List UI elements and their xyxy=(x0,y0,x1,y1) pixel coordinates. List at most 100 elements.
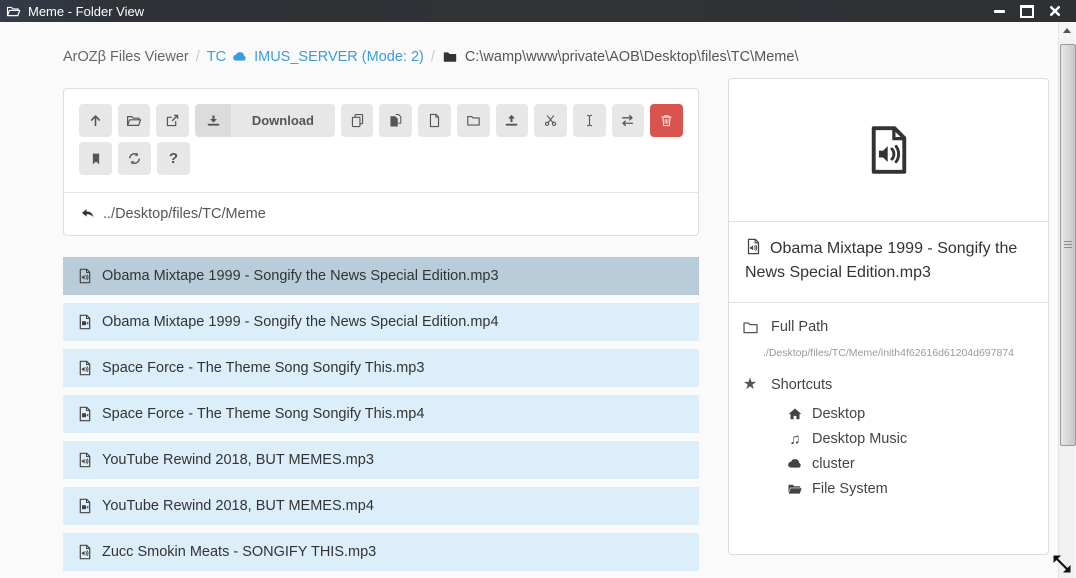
rename-button[interactable] xyxy=(573,104,606,137)
shortcut-label: Desktop xyxy=(812,406,865,422)
window-title: Meme - Folder View xyxy=(28,4,144,19)
cloud-icon xyxy=(232,49,248,65)
copy-icon xyxy=(350,113,365,128)
audio-file-icon xyxy=(745,238,762,255)
star-icon: ★ xyxy=(741,376,759,394)
toolbar-card: Download ? ../Desktop/files/TC/Meme xyxy=(63,88,699,236)
toolbar-row-1: Download xyxy=(79,104,683,137)
file-details: Full Path ./Desktop/files/TC/Meme/inith4… xyxy=(729,302,1048,521)
breadcrumb-separator: / xyxy=(431,49,435,65)
shortcuts-label: Shortcuts xyxy=(771,377,832,393)
maximize-button[interactable] xyxy=(1020,4,1034,18)
selected-filename-text: Obama Mixtape 1999 - Songify the News Sp… xyxy=(745,240,1017,281)
copy-button[interactable] xyxy=(341,104,374,137)
full-path-header: Full Path xyxy=(741,318,1036,336)
file-name: Space Force - The Theme Song Songify Thi… xyxy=(102,406,424,422)
shortcut-item-cluster[interactable]: cluster xyxy=(787,456,1036,472)
vertical-scrollbar[interactable] xyxy=(1058,22,1075,578)
shortcut-item-file-system[interactable]: File System xyxy=(787,481,1036,497)
help-button[interactable]: ? xyxy=(157,142,190,175)
download-icon xyxy=(195,104,231,137)
download-button[interactable]: Download xyxy=(195,104,335,137)
delete-button[interactable] xyxy=(650,104,683,137)
help-icon: ? xyxy=(169,150,178,167)
move-icon xyxy=(620,113,635,128)
download-label: Download xyxy=(231,113,335,128)
list-item[interactable]: Zucc Smokin Meats - SONGIFY THIS.mp3 xyxy=(63,533,699,571)
refresh-icon xyxy=(127,151,142,166)
breadcrumb-separator: / xyxy=(196,49,200,65)
video-file-icon xyxy=(77,498,93,514)
new-folder-button[interactable] xyxy=(457,104,490,137)
file-preview xyxy=(729,79,1048,221)
shortcuts-header: ★ Shortcuts xyxy=(741,376,1036,394)
path-bar[interactable]: ../Desktop/files/TC/Meme xyxy=(64,192,698,235)
scrollbar-grip-icon xyxy=(1064,241,1072,249)
video-file-icon xyxy=(77,406,93,422)
scroll-up-icon xyxy=(1063,28,1071,33)
close-icon xyxy=(1049,5,1061,17)
back-arrow-icon xyxy=(80,206,96,222)
go-up-button[interactable] xyxy=(79,104,112,137)
new-file-button[interactable] xyxy=(418,104,451,137)
list-item[interactable]: Space Force - The Theme Song Songify Thi… xyxy=(63,395,699,433)
cloud-icon xyxy=(787,456,803,472)
upload-button[interactable] xyxy=(496,104,529,137)
close-button[interactable] xyxy=(1048,4,1062,18)
open-button[interactable] xyxy=(118,104,151,137)
toolbar-row-2: ? xyxy=(79,142,683,175)
delete-icon xyxy=(659,113,674,128)
maximize-icon xyxy=(1020,5,1034,18)
full-path-value: ./Desktop/files/TC/Meme/inith4f62616d612… xyxy=(763,347,1036,359)
folder-outline-icon xyxy=(741,318,759,336)
list-item[interactable]: Obama Mixtape 1999 - Songify the News Sp… xyxy=(63,257,699,295)
file-name: YouTube Rewind 2018, BUT MEMES.mp3 xyxy=(102,452,374,468)
file-name: Space Force - The Theme Song Songify Thi… xyxy=(102,360,424,376)
file-name: Obama Mixtape 1999 - Songify the News Sp… xyxy=(102,268,499,284)
scrollbar-up-button[interactable] xyxy=(1059,22,1075,38)
breadcrumb: ArOZβ Files Viewer / TC IMUS_SERVER (Mod… xyxy=(63,49,798,65)
open-in-new-window-button[interactable] xyxy=(156,104,189,137)
cut-button[interactable] xyxy=(534,104,567,137)
move-button[interactable] xyxy=(612,104,645,137)
file-properties-panel: Obama Mixtape 1999 - Songify the News Sp… xyxy=(728,78,1049,555)
file-name: YouTube Rewind 2018, BUT MEMES.mp4 xyxy=(102,498,374,514)
video-file-icon xyxy=(77,314,93,330)
audio-file-icon xyxy=(77,452,93,468)
folder-icon xyxy=(442,49,458,65)
full-path-label: Full Path xyxy=(771,319,828,335)
scrollbar-thumb[interactable] xyxy=(1060,44,1076,446)
list-item[interactable]: YouTube Rewind 2018, BUT MEMES.mp4 xyxy=(63,487,699,525)
breadcrumb-volume: TC xyxy=(207,49,226,65)
window-titlebar: Meme - Folder View xyxy=(0,0,1076,22)
breadcrumb-app-link[interactable]: ArOZβ Files Viewer xyxy=(63,49,189,65)
new-file-icon xyxy=(427,113,442,128)
shortcut-item-desktop[interactable]: Desktop xyxy=(787,406,1036,422)
file-list: Obama Mixtape 1999 - Songify the News Sp… xyxy=(63,257,699,578)
window-resize-grip[interactable] xyxy=(1049,551,1075,577)
shortcut-label: File System xyxy=(812,481,888,497)
upload-icon xyxy=(504,113,519,128)
list-item[interactable]: Space Force - The Theme Song Songify Thi… xyxy=(63,349,699,387)
paste-button[interactable] xyxy=(379,104,412,137)
minimize-button[interactable] xyxy=(992,4,1006,18)
breadcrumb-server-link[interactable]: TC IMUS_SERVER (Mode: 2) xyxy=(207,49,424,65)
home-icon xyxy=(787,406,803,422)
shortcut-label: Desktop Music xyxy=(812,431,907,447)
audio-file-icon xyxy=(77,544,93,560)
audio-file-icon xyxy=(863,119,915,181)
arrow-up-icon xyxy=(88,113,103,128)
shortcut-item-desktop-music[interactable]: ♫Desktop Music xyxy=(787,431,1036,447)
refresh-button[interactable] xyxy=(118,142,151,175)
folder-open-icon xyxy=(787,481,803,497)
open-in-new-window-icon xyxy=(165,113,180,128)
breadcrumb-path-text: C:\wamp\www\private\AOB\Desktop\files\TC… xyxy=(465,49,799,65)
list-item[interactable]: Obama Mixtape 1999 - Songify the News Sp… xyxy=(63,303,699,341)
breadcrumb-current-path: C:\wamp\www\private\AOB\Desktop\files\TC… xyxy=(442,49,799,65)
list-item[interactable]: YouTube Rewind 2018, BUT MEMES.mp3 xyxy=(63,441,699,479)
bookmark-button[interactable] xyxy=(79,142,112,175)
new-folder-icon xyxy=(466,113,481,128)
breadcrumb-server: IMUS_SERVER (Mode: 2) xyxy=(254,49,424,65)
paste-icon xyxy=(388,113,403,128)
window-folder-icon xyxy=(6,4,21,19)
